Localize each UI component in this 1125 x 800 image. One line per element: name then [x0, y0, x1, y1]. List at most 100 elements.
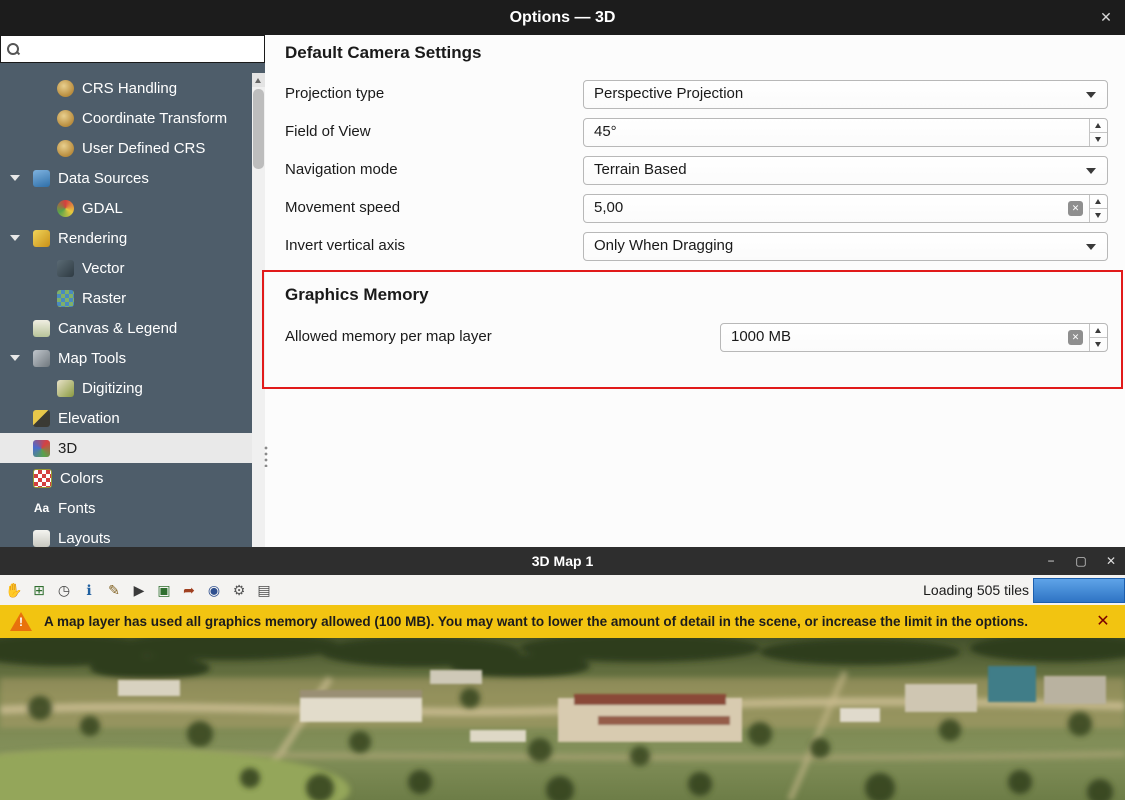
- animation-clock-icon[interactable]: ◷: [54, 580, 74, 600]
- sidebar-item-label: Canvas & Legend: [58, 320, 177, 337]
- graphics-memory-heading: Graphics Memory: [285, 285, 429, 305]
- search-icon: [7, 43, 19, 55]
- sidebar-search: [0, 35, 265, 63]
- sidebar-item-label: User Defined CRS: [82, 140, 205, 157]
- spinner-value: 5,00: [594, 199, 623, 216]
- sidebar-item-label: Vector: [82, 260, 125, 277]
- measure-icon[interactable]: ✎: [104, 580, 124, 600]
- layouts-icon: [33, 530, 50, 547]
- options-tree: CRS Handling Coordinate Transform User D…: [0, 73, 265, 547]
- sidebar-item-3d[interactable]: 3D: [0, 433, 265, 463]
- search-input[interactable]: [25, 38, 264, 60]
- play-animation-icon[interactable]: ▶: [129, 580, 149, 600]
- navigation-mode-row: Navigation mode Terrain Based: [285, 156, 1108, 185]
- export-scene-icon[interactable]: ➦: [179, 580, 199, 600]
- map-window-titlebar: 3D Map 1 − ▢ ✕: [0, 547, 1125, 575]
- sidebar-item-layouts[interactable]: Layouts: [0, 523, 265, 547]
- scroll-up-icon[interactable]: [252, 73, 265, 87]
- export-map-icon[interactable]: ▤: [254, 580, 274, 600]
- options-titlebar: Options — 3D ✕: [0, 0, 1125, 35]
- spin-buttons-icon[interactable]: [1089, 195, 1107, 222]
- invert-axis-select[interactable]: Only When Dragging: [583, 232, 1108, 261]
- canvas-legend-icon: [33, 320, 50, 337]
- movement-speed-row: Movement speed 5,00: [285, 194, 1108, 223]
- loading-status-text: Loading 505 tiles: [923, 575, 1029, 605]
- gdal-icon: [57, 200, 74, 217]
- close-window-icon[interactable]: ✕: [1095, 6, 1117, 28]
- options-3d-panel: Default Camera Settings Projection type …: [265, 35, 1125, 547]
- splitter-handle[interactable]: [263, 445, 269, 467]
- projection-type-label: Projection type: [285, 85, 384, 102]
- map-window-title: 3D Map 1: [532, 553, 593, 569]
- selected-value: Perspective Projection: [594, 85, 743, 102]
- spinner-value: 45°: [594, 123, 617, 140]
- sidebar-item-coordinate-transform[interactable]: Coordinate Transform: [0, 103, 265, 133]
- elevation-icon: [33, 410, 50, 427]
- sidebar-item-digitizing[interactable]: Digitizing: [0, 373, 265, 403]
- sidebar-item-data-sources[interactable]: Data Sources: [0, 163, 265, 193]
- navigation-mode-select[interactable]: Terrain Based: [583, 156, 1108, 185]
- field-of-view-row: Field of View 45°: [285, 118, 1108, 147]
- chevron-down-icon[interactable]: [10, 355, 20, 361]
- sidebar-item-label: Layouts: [58, 530, 111, 547]
- sidebar-item-gdal[interactable]: GDAL: [0, 193, 265, 223]
- sidebar-item-user-defined-crs[interactable]: User Defined CRS: [0, 133, 265, 163]
- sidebar-item-label: Elevation: [58, 410, 120, 427]
- crs-icon: [57, 110, 74, 127]
- sidebar-item-label: Data Sources: [58, 170, 149, 187]
- scrollbar-thumb[interactable]: [253, 89, 264, 169]
- allowed-memory-row: Allowed memory per map layer 1000 MB: [285, 323, 1108, 352]
- spin-buttons-icon[interactable]: [1089, 324, 1107, 351]
- field-of-view-spinner[interactable]: 45°: [583, 118, 1108, 147]
- options-dialog: CRS Handling Coordinate Transform User D…: [0, 35, 1125, 547]
- chevron-down-icon[interactable]: [10, 235, 20, 241]
- close-icon[interactable]: ✕: [1103, 554, 1119, 568]
- sidebar-item-label: Digitizing: [82, 380, 143, 397]
- chevron-down-icon[interactable]: [10, 175, 20, 181]
- settings-wrench-icon[interactable]: ⚙: [229, 580, 249, 600]
- qgis-options-screen: Options — 3D ✕ CRS Handling Coordinate T…: [0, 0, 1125, 800]
- camera-settings-heading: Default Camera Settings: [285, 43, 482, 63]
- graphics-memory-warning-bar: A map layer has used all graphics memory…: [0, 605, 1125, 638]
- minimize-icon[interactable]: −: [1043, 554, 1059, 568]
- movement-speed-spinner[interactable]: 5,00: [583, 194, 1108, 223]
- allowed-memory-spinner[interactable]: 1000 MB: [720, 323, 1108, 352]
- sidebar-item-label: Map Tools: [58, 350, 126, 367]
- clear-value-icon[interactable]: [1068, 201, 1083, 216]
- sidebar-scrollbar[interactable]: [252, 73, 265, 547]
- pan-tool-icon[interactable]: ✋: [4, 580, 24, 600]
- projection-type-row: Projection type Perspective Projection: [285, 80, 1108, 109]
- sidebar-item-label: Raster: [82, 290, 126, 307]
- invert-axis-label: Invert vertical axis: [285, 237, 405, 254]
- selected-value: Terrain Based: [594, 161, 687, 178]
- projection-type-select[interactable]: Perspective Projection: [583, 80, 1108, 109]
- colors-icon: [33, 469, 52, 488]
- map-3d-viewport[interactable]: [0, 638, 1125, 800]
- clear-value-icon[interactable]: [1068, 330, 1083, 345]
- sidebar-item-elevation[interactable]: Elevation: [0, 403, 265, 433]
- sidebar-item-label: 3D: [58, 440, 77, 457]
- progress-bar: [1033, 578, 1125, 603]
- camera-view-icon[interactable]: ◉: [204, 580, 224, 600]
- sidebar-item-label: Fonts: [58, 500, 96, 517]
- maximize-icon[interactable]: ▢: [1073, 554, 1089, 568]
- identify-icon[interactable]: ℹ: [79, 580, 99, 600]
- save-image-icon[interactable]: ▣: [154, 580, 174, 600]
- crs-icon: [57, 80, 74, 97]
- fonts-icon: [33, 500, 50, 517]
- dismiss-warning-icon[interactable]: ✕: [1093, 612, 1113, 632]
- sidebar-item-crs-handling[interactable]: CRS Handling: [0, 73, 265, 103]
- sidebar-item-rendering[interactable]: Rendering: [0, 223, 265, 253]
- sidebar-item-fonts[interactable]: Fonts: [0, 493, 265, 523]
- sidebar-item-vector[interactable]: Vector: [0, 253, 265, 283]
- raster-icon: [57, 290, 74, 307]
- sidebar-item-map-tools[interactable]: Map Tools: [0, 343, 265, 373]
- movement-speed-label: Movement speed: [285, 199, 400, 216]
- navigation-mode-label: Navigation mode: [285, 161, 398, 178]
- sidebar-item-canvas-legend[interactable]: Canvas & Legend: [0, 313, 265, 343]
- zoom-full-icon[interactable]: ⊞: [29, 580, 49, 600]
- rendering-icon: [33, 230, 50, 247]
- spin-buttons-icon[interactable]: [1089, 119, 1107, 146]
- sidebar-item-raster[interactable]: Raster: [0, 283, 265, 313]
- sidebar-item-colors[interactable]: Colors: [0, 463, 265, 493]
